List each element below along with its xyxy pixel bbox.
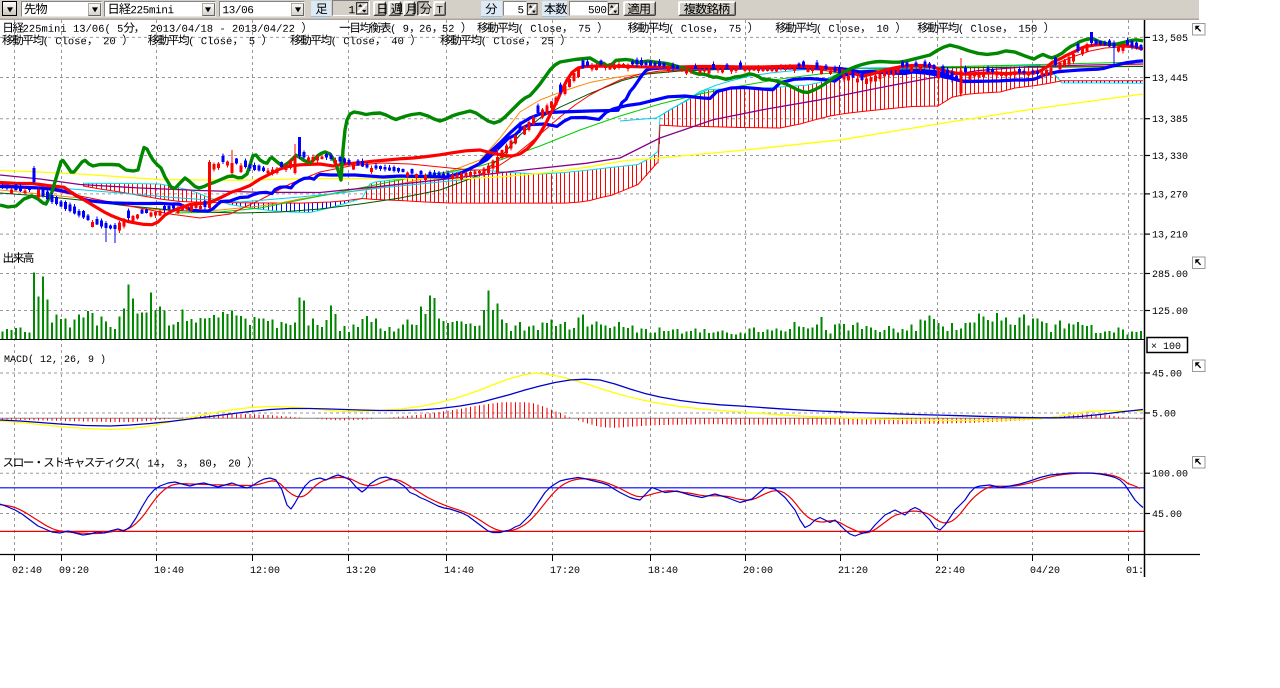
svg-text:13:20: 13:20 — [346, 566, 376, 577]
svg-text:× 100: × 100 — [1151, 342, 1181, 353]
svg-text:13,330: 13,330 — [1152, 152, 1188, 163]
svg-text:02:40: 02:40 — [12, 566, 42, 577]
svg-text:285.00: 285.00 — [1152, 270, 1188, 281]
svg-text:45.00: 45.00 — [1152, 370, 1182, 381]
svg-text:45.00: 45.00 — [1152, 510, 1182, 521]
svg-text:21:20: 21:20 — [838, 566, 868, 577]
svg-text:22:40: 22:40 — [935, 566, 965, 577]
svg-text:100.00: 100.00 — [1152, 470, 1188, 481]
svg-text:14:40: 14:40 — [444, 566, 474, 577]
svg-text:10:40: 10:40 — [154, 566, 184, 577]
svg-text:20:00: 20:00 — [743, 566, 773, 577]
svg-text:125.00: 125.00 — [1152, 307, 1188, 318]
svg-text:12:00: 12:00 — [250, 566, 280, 577]
svg-text:13,210: 13,210 — [1152, 231, 1188, 242]
svg-text:13,445: 13,445 — [1152, 74, 1188, 85]
svg-text:13,385: 13,385 — [1152, 115, 1188, 126]
svg-text:17:20: 17:20 — [550, 566, 580, 577]
svg-text:5.00: 5.00 — [1152, 410, 1176, 421]
svg-text:04/20: 04/20 — [1030, 565, 1060, 577]
svg-text:18:40: 18:40 — [648, 566, 678, 577]
svg-text:MACD( 12, 26, 9 ): MACD( 12, 26, 9 ) — [4, 354, 106, 366]
svg-text:13,270: 13,270 — [1152, 190, 1188, 201]
svg-text:13,505: 13,505 — [1152, 34, 1188, 45]
svg-text:01:00: 01:00 — [1126, 566, 1156, 577]
svg-text:09:20: 09:20 — [59, 566, 89, 577]
